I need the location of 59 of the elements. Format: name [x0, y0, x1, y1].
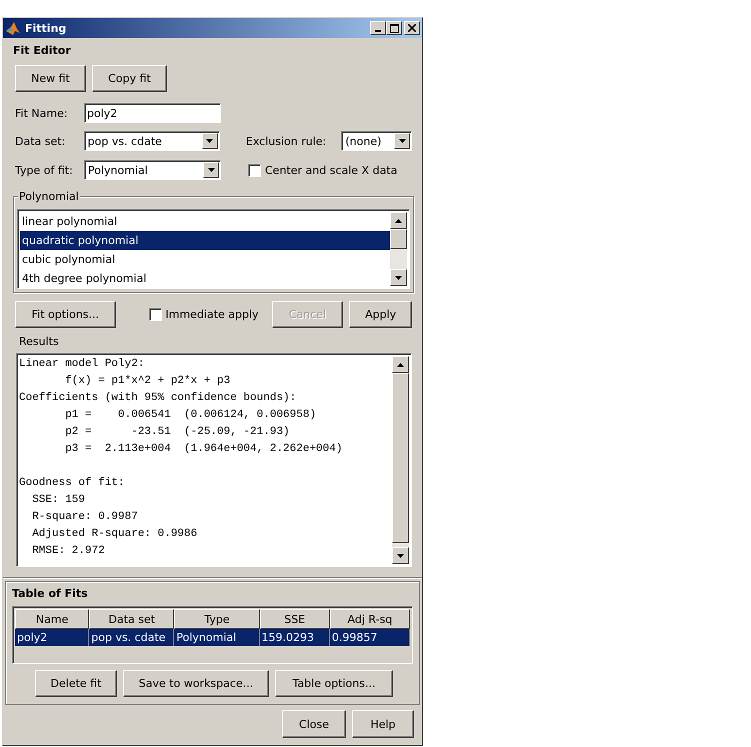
minimize-button[interactable]	[370, 21, 386, 35]
button[interactable]: Apply	[349, 301, 412, 328]
button[interactable]: Save to workspace...	[123, 670, 269, 697]
dropdown[interactable]: (none)	[341, 131, 412, 151]
button[interactable]: Help	[352, 710, 414, 738]
down-arrow-icon	[397, 554, 404, 558]
results-line: Coefficients (with 95% confidence bounds):	[19, 391, 298, 406]
maximize-button[interactable]	[386, 21, 402, 35]
column-header[interactable]: Adj R-sq	[330, 609, 410, 629]
dropdown[interactable]: pop vs. cdate	[84, 131, 220, 151]
results-line: Adjusted R-square: 0.9986	[31, 527, 198, 542]
column-header[interactable]: SSE	[260, 609, 330, 629]
results-line: p1 = 0.006541 (0.006124, 0.006958)	[64, 408, 318, 423]
button[interactable]: Delete fit	[35, 670, 117, 697]
close-button[interactable]	[404, 21, 420, 35]
dropdown[interactable]: Polynomial	[84, 160, 221, 180]
table-row[interactable]: poly2 pop vs. cdate Polynomial 159.0293 0.99857	[15, 629, 410, 646]
checkbox-label: Center and scale X data	[265, 164, 398, 176]
field-label: Data set:	[15, 134, 66, 148]
column-header[interactable]: Type	[174, 609, 260, 629]
results-line: p2 = -23.51 (-25.09, -21.93)	[64, 425, 291, 440]
column-header[interactable]: Name	[15, 609, 90, 629]
down-arrow-icon	[398, 139, 406, 143]
down-arrow-icon	[208, 168, 214, 172]
results-line: SSE: 159	[31, 493, 86, 508]
up-arrow-icon	[397, 362, 404, 366]
results-line: RMSE: 2.972	[31, 544, 106, 559]
results-line: p3 = 2.113e+004 (1.964e+004, 2.262e+004)	[64, 442, 344, 457]
down-arrow-icon	[206, 139, 214, 143]
section-title: Table of Fits	[12, 587, 89, 600]
field-label: Type of fit:	[15, 164, 74, 176]
maximize-icon	[390, 24, 398, 32]
results-line: Linear model Poly2:	[19, 357, 146, 372]
results-line: Goodness of fit:	[19, 476, 126, 491]
close-icon	[408, 24, 416, 32]
scrollbar[interactable]	[392, 356, 409, 564]
section-label: Results	[18, 335, 60, 348]
results-line: R-square: 0.9987	[31, 510, 139, 525]
input-field[interactable]: poly2	[84, 103, 221, 123]
column-header[interactable]: Data set	[89, 609, 174, 629]
results-line: f(x) = p1*x^2 + p2*x + p3	[64, 374, 232, 389]
button[interactable]: Table options...	[275, 670, 393, 697]
logo-icon	[5, 20, 21, 36]
button[interactable]: Copy fit	[92, 65, 167, 92]
field-label: Fit Name:	[15, 106, 69, 120]
checkbox[interactable]	[148, 308, 162, 321]
scrollbar[interactable]	[390, 212, 407, 286]
section-title: Fit Editor	[13, 44, 72, 57]
checkbox[interactable]	[248, 164, 261, 176]
button[interactable]: New fit	[15, 65, 86, 92]
list-item[interactable]: quadratic polynomial	[20, 231, 390, 250]
checkbox-label: Immediate apply	[166, 308, 259, 321]
field-label: Exclusion rule:	[246, 134, 328, 148]
group-title: Polynomial	[18, 190, 80, 203]
up-arrow-icon	[395, 218, 402, 222]
button[interactable]: Close	[282, 710, 346, 738]
button[interactable]: Fit options...	[15, 301, 116, 328]
window-title: Fitting	[25, 22, 68, 34]
down-arrow-icon	[395, 276, 402, 280]
